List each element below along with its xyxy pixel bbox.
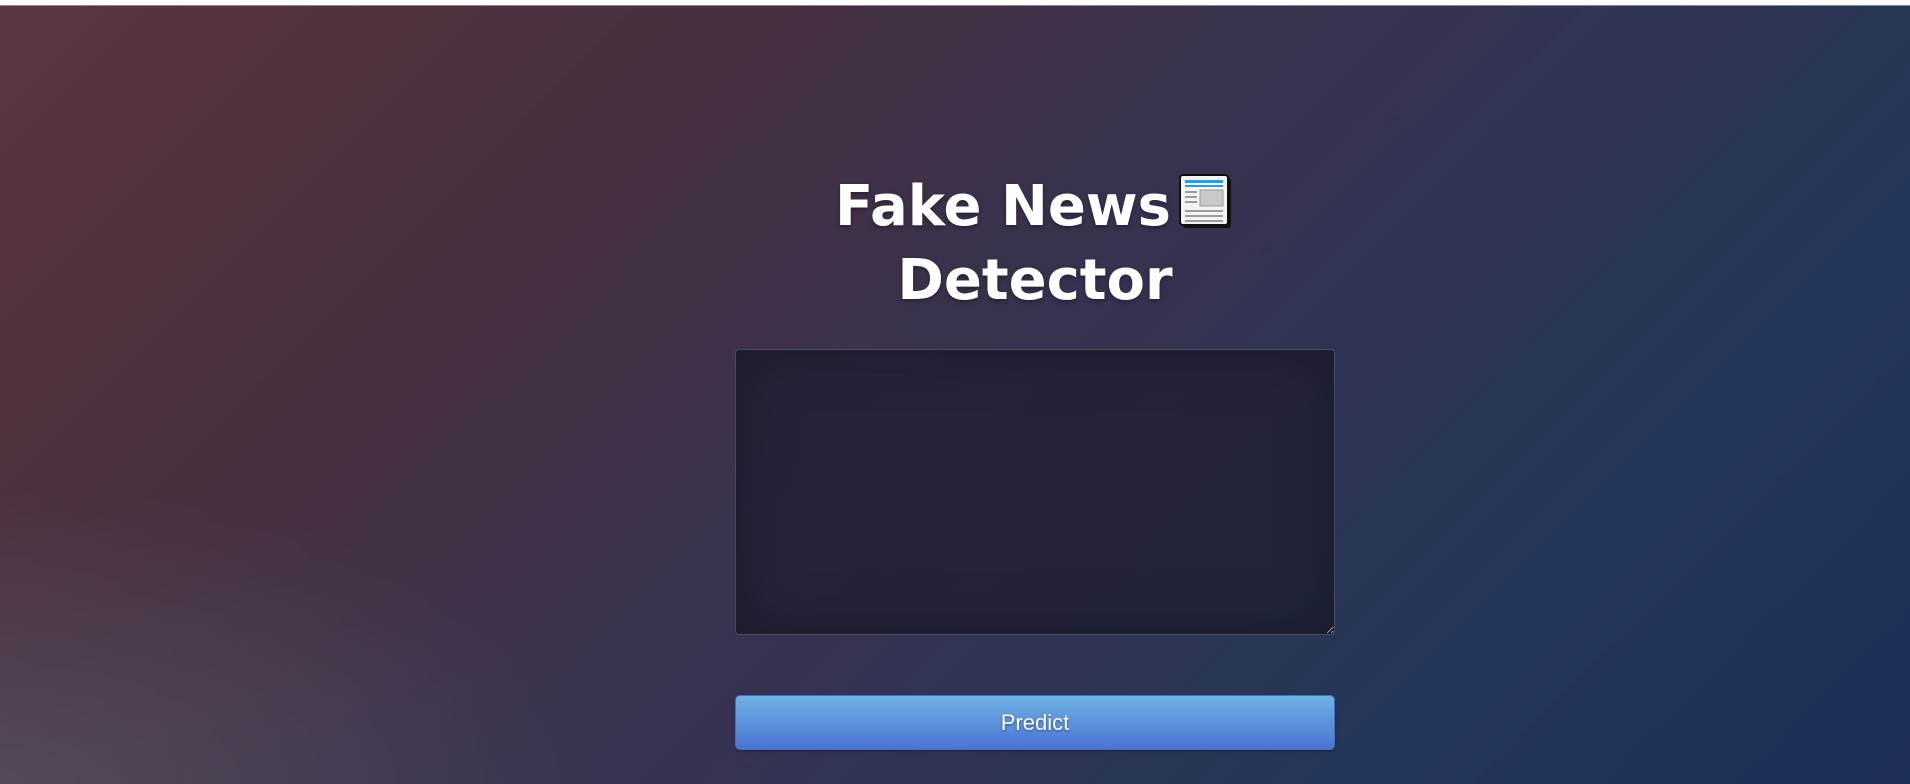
- title-line-2: Detector: [897, 248, 1173, 313]
- browser-top-edge: [0, 0, 1910, 6]
- predict-button[interactable]: Predict: [735, 695, 1335, 750]
- title-line-1: Fake News: [805, 170, 1265, 244]
- page-title: Fake News Detector: [805, 170, 1265, 318]
- news-text-input[interactable]: [735, 349, 1335, 635]
- newspaper-icon: [1177, 173, 1235, 231]
- title-text-1: Fake News: [835, 174, 1171, 239]
